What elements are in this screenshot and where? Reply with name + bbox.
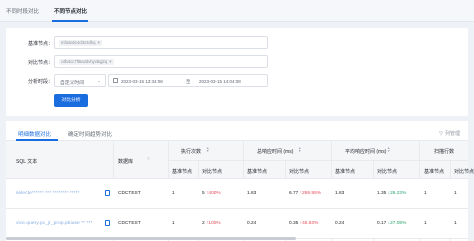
avg-compare-cell: 0.17 ↓27.08% [377,221,406,226]
sub-col-base: 基准节点 [424,169,445,175]
exec-compare-value: 2 [202,221,205,226]
total-compare-value: 6.77 [289,191,299,196]
base-node-tag-text: mfa2a0c4d3v3dhq [61,40,96,45]
header-divider [168,160,468,161]
avg-compare-value: 0.17 [377,221,387,226]
exec-base-cell: 1 [172,221,175,226]
col-total-time: 总响应时间 (ms) [257,149,294,155]
exec-delta: 400% [208,191,221,196]
sort-icon[interactable]: ▲ ▼ [298,146,301,153]
sub-col-compare: 对比节点 [202,169,223,175]
compare-table-panel: 明细数据对比 确定时间趋势对比 ▽ 列管理 SQL 文本 数据库 ▽ 执行次数 ▲… [6,121,474,241]
filter-icon: ▽ [439,131,443,137]
sub-col-base: 基准节点 [172,169,193,175]
top-tab-bar: 不同时段对比 不同节点对比 [0,0,474,22]
active-tab-indicator [52,20,88,22]
sort-icon[interactable]: ▲ ▼ [387,146,390,153]
tab-trend-compare[interactable]: 确定时间趋势对比 [68,130,112,138]
sub-col-base: 基准节点 [335,169,356,175]
col-scan-rows: 扫描行数 [434,149,455,155]
base-node-tag: mfa2a0c4d3v3dhq × [59,40,102,46]
avg-base-cell: 1.83 [335,191,345,196]
scan-base-cell: 1 [424,191,427,196]
col-exec-count: 执行次数 [181,149,202,155]
base-node-label: 基准节点： [28,41,54,47]
table-header: SQL 文本 数据库 ▽ 执行次数 ▲ ▼ 总响应时间 (ms) ▲ ▼ 平均响应时… [6,141,474,179]
db-cell: CDCTEST [118,191,141,196]
start-time: 2023-03-15 13:34:08 [121,78,163,84]
analyze-button[interactable]: 对比分析 [54,94,88,107]
column-manage-label: 列管理 [444,131,460,137]
sort-icon[interactable]: ▲ ▼ [206,146,209,153]
tab-node-compare[interactable]: 不同节点对比 [54,7,87,15]
avg-compare-value: 1.35 [377,191,387,196]
total-base-cell: 0.24 [247,221,257,226]
col-avg-time: 平均响应时间 (ms) [345,149,387,155]
sub-col-compare: 对比节点 [454,169,474,175]
table-row: vice.query.pc_jr_prop.pbiuse ** *** CDCT… [6,209,468,239]
date-range-picker[interactable]: 2023-03-15 13:34:08 至 2023-03-15 14:04:0… [108,74,268,87]
horizontal-scrollbar[interactable] [6,237,296,240]
total-compare-cell: 0.35 ↑45.83% [289,221,318,226]
exec-base-cell: 1 [172,191,175,196]
col-db: 数据库 [118,159,134,165]
exec-compare-cell: 2 ↑100% [202,221,221,226]
exec-delta: 100% [208,221,221,226]
col-sql: SQL 文本 [16,159,38,165]
time-mode-select[interactable]: 自定义时间 ⌄ [54,74,106,87]
filter-icon[interactable]: ▽ [147,157,150,161]
filter-panel: 基准节点： mfa2a0c4d3v3dhq × 对比节点： cdb4cc7ft6a… [6,28,468,116]
table-row: selecte****** *** ******** ***** CDCTEST… [6,179,468,209]
sub-col-base: 基准节点 [247,169,268,175]
tab-detail-compare[interactable]: 明细数据对比 [18,130,51,138]
total-compare-cell: 6.77 ↑269.95% [289,191,321,196]
scan-compare-cell: 1 [454,221,457,226]
time-label: 分析时段： [28,79,54,85]
compare-node-tag: cdb4cc7ft6a2dvhyvbqj2q × [59,59,114,65]
copy-icon[interactable] [105,190,110,196]
total-base-cell: 1.83 [247,191,257,196]
compare-node-select[interactable]: cdb4cc7ft6a2dvhyvbqj2q × [54,55,268,68]
time-separator: 至 [186,78,191,84]
avg-base-cell: 0.24 [335,221,345,226]
chevron-down-icon: ⌄ [97,78,101,83]
avg-compare-cell: 1.35 ↓26.23% [377,191,406,196]
base-node-select[interactable]: mfa2a0c4d3v3dhq × [54,36,268,49]
exec-compare-value: 5 [202,191,205,196]
copy-icon[interactable] [105,220,110,226]
scan-base-cell: 1 [424,221,427,226]
sub-col-compare: 对比节点 [289,169,310,175]
close-icon[interactable]: × [109,59,111,64]
scan-compare-cell: 1 [454,191,457,196]
calendar-icon [113,78,118,83]
sql-text-link[interactable]: vice.query.pc_jr_prop.pbiuse ** *** [16,221,92,226]
sub-tab-bar: 明细数据对比 确定时间趋势对比 ▽ 列管理 [6,121,468,141]
db-cell: CDCTEST [118,221,141,226]
exec-compare-cell: 5 ↑400% [202,191,221,196]
sql-text-link[interactable]: selecte****** *** ******** ***** [16,191,79,196]
time-mode-value: 自定义时间 [60,80,84,86]
total-delta: 269.95% [302,191,322,196]
compare-node-tag-text: cdb4cc7ft6a2dvhyvbqj2q [61,59,108,64]
avg-delta: 27.08% [390,221,407,226]
compare-node-label: 对比节点： [28,60,54,66]
total-compare-value: 0.35 [289,221,299,226]
sub-col-compare: 对比节点 [377,169,398,175]
total-delta: 45.83% [302,221,319,226]
column-manage-button[interactable]: ▽ 列管理 [439,130,460,137]
end-time: 2023-03-15 14:04:08 [199,78,241,84]
tab-time-compare[interactable]: 不同时段对比 [6,7,39,15]
close-icon[interactable]: × [97,40,99,45]
avg-delta: 26.23% [390,191,407,196]
